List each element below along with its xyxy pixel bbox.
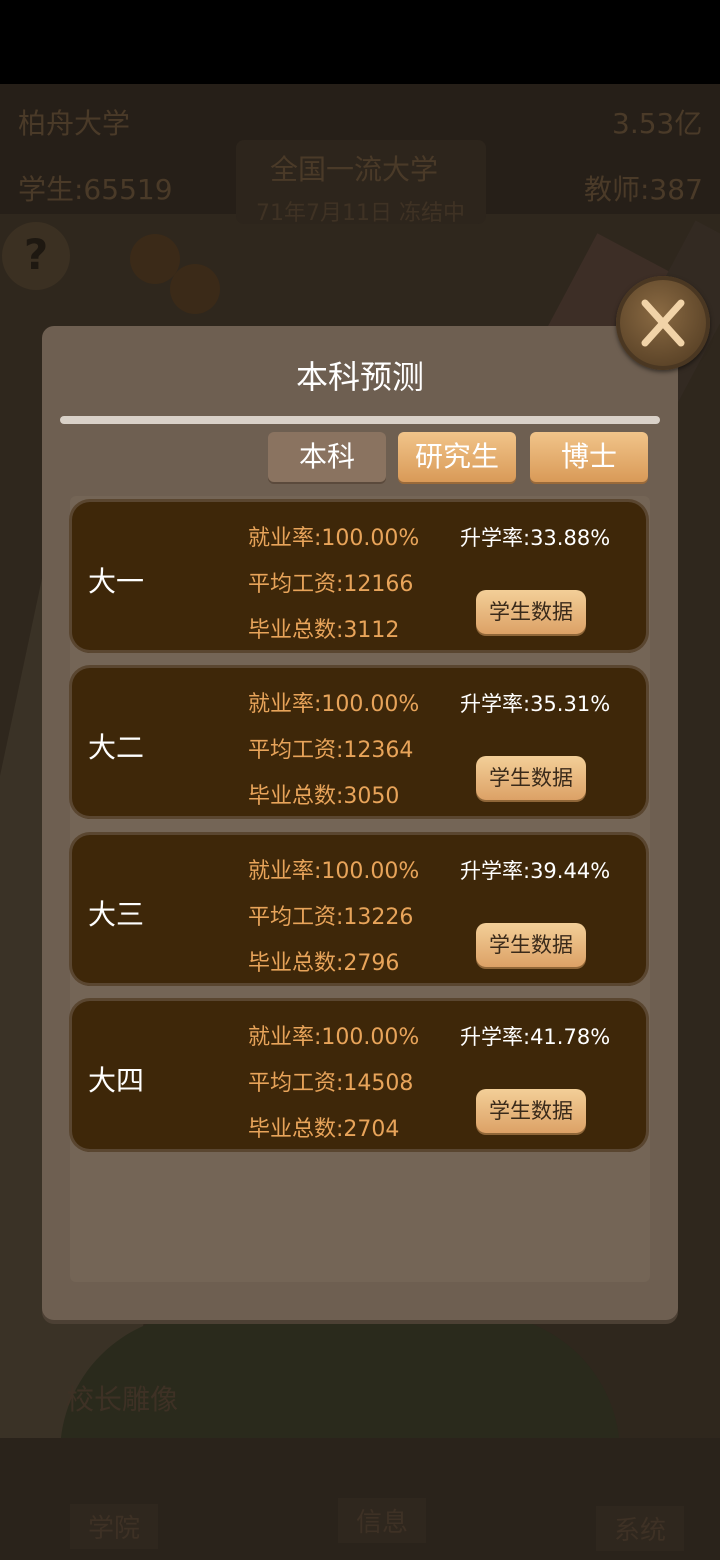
nav-system[interactable]: 系统: [596, 1506, 685, 1551]
further-study-rate: 升学率:41.78%: [460, 1025, 611, 1049]
university-name: 柏舟大学: [18, 107, 131, 140]
further-study-rate: 升学率:39.44%: [460, 859, 611, 883]
help-icon[interactable]: ?: [2, 222, 70, 290]
year-label: 大二: [88, 731, 145, 764]
average-salary: 平均工资:14508: [248, 1071, 414, 1096]
graduate-total: 毕业总数:3112: [248, 618, 400, 643]
graduate-total: 毕业总数:2796: [248, 951, 400, 976]
year-card: 大三 就业率:100.00% 平均工资:13226 毕业总数:2796 升学率:…: [72, 835, 646, 983]
nav-info[interactable]: 信息: [338, 1498, 427, 1543]
student-data-button[interactable]: 学生数据: [476, 923, 586, 967]
tree-icon: [170, 264, 220, 314]
average-salary: 平均工资:12166: [248, 572, 414, 597]
year-label: 大三: [88, 898, 145, 931]
close-button[interactable]: [616, 276, 710, 370]
employment-rate: 就业率:100.00%: [248, 692, 420, 717]
tab-graduate[interactable]: 研究生: [398, 432, 516, 482]
statue-label: 校长雕像: [66, 1383, 179, 1416]
student-count: 学生:65519: [18, 173, 173, 206]
employment-rate: 就业率:100.00%: [248, 859, 420, 884]
student-data-button[interactable]: 学生数据: [476, 590, 586, 634]
average-salary: 平均工资:13226: [248, 905, 414, 930]
tab-doctorate[interactable]: 博士: [530, 432, 648, 482]
funds-value: 3.53亿: [612, 107, 703, 140]
year-card: 大四 就业率:100.00% 平均工资:14508 毕业总数:2704 升学率:…: [72, 1001, 646, 1149]
student-data-button[interactable]: 学生数据: [476, 1089, 586, 1133]
nav-college[interactable]: 学院: [70, 1504, 159, 1549]
bottom-nav: 学院 信息 系统: [0, 1438, 720, 1560]
further-study-rate: 升学率:35.31%: [460, 692, 611, 716]
divider: [60, 416, 660, 424]
year-card: 大一 就业率:100.00% 平均工资:12166 毕业总数:3112 升学率:…: [72, 502, 646, 650]
forecast-modal: 本科预测 本科 研究生 博士 大一 就业率:100.00% 平均工资:12166…: [42, 326, 678, 1320]
year-label: 大四: [88, 1064, 145, 1097]
rank-title: 全国一流大学: [270, 153, 439, 186]
student-data-button[interactable]: 学生数据: [476, 756, 586, 800]
date-status: 71年7月11日 冻结中: [256, 201, 465, 226]
year-card: 大二 就业率:100.00% 平均工资:12364 毕业总数:3050 升学率:…: [72, 668, 646, 816]
further-study-rate: 升学率:33.88%: [460, 526, 611, 550]
teacher-count: 教师:387: [584, 173, 703, 206]
year-label: 大一: [88, 565, 145, 598]
graduate-total: 毕业总数:2704: [248, 1117, 400, 1142]
tab-undergraduate[interactable]: 本科: [268, 432, 386, 482]
modal-title: 本科预测: [295, 358, 424, 396]
average-salary: 平均工资:12364: [248, 738, 414, 763]
year-list: 大一 就业率:100.00% 平均工资:12166 毕业总数:3112 升学率:…: [70, 496, 650, 1282]
employment-rate: 就业率:100.00%: [248, 526, 420, 551]
close-icon: [641, 299, 685, 347]
graduate-total: 毕业总数:3050: [248, 784, 400, 809]
employment-rate: 就业率:100.00%: [248, 1025, 420, 1050]
